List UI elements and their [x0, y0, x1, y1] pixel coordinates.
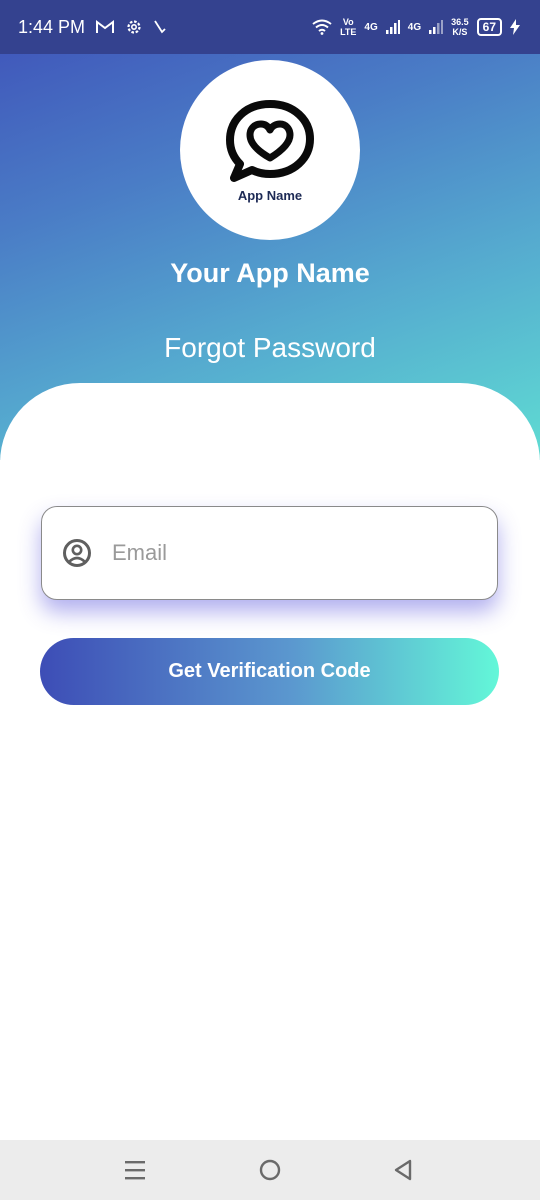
signal-icon-2 — [429, 20, 444, 34]
system-nav-bar — [0, 1140, 540, 1200]
speed-value: 36.5 — [451, 17, 469, 27]
content-sheet — [0, 383, 540, 1143]
menu-button[interactable] — [120, 1155, 150, 1185]
app-logo: App Name — [180, 60, 360, 240]
menu-icon — [125, 1161, 145, 1180]
verify-button-label: Get Verification Code — [168, 660, 371, 682]
signal-icon — [385, 20, 400, 34]
status-time: 1:44 PM — [18, 16, 86, 37]
home-button[interactable] — [255, 1155, 285, 1185]
status-right: Vo LTE 4G 4G 36.5 K/S 67 — [312, 17, 520, 37]
back-button[interactable] — [388, 1155, 418, 1185]
network-type-1: 4G — [364, 21, 378, 33]
volte-bottom: LTE — [340, 27, 357, 37]
email-input[interactable] — [110, 539, 454, 567]
chat-heart-icon — [226, 99, 314, 182]
app-title: Your App Name — [170, 258, 370, 288]
wifi-icon — [312, 19, 332, 35]
home-icon — [259, 1159, 281, 1181]
settings-icon — [127, 20, 141, 34]
gmail-icon — [96, 20, 115, 33]
user-circle-icon — [63, 539, 91, 567]
logo-name: App Name — [237, 187, 303, 203]
status-bar: 1:44 PM Vo LTE 4G 4G 36.5 K/S 67 — [0, 0, 540, 54]
missed-call-icon — [154, 20, 166, 34]
network-speed: 36.5 K/S — [451, 17, 469, 37]
get-verification-code-button[interactable]: Get Verification Code — [40, 638, 499, 705]
network-type-2: 4G — [407, 21, 422, 33]
email-field[interactable] — [41, 506, 498, 600]
speed-unit: K/S — [452, 27, 468, 37]
back-icon — [394, 1159, 412, 1181]
volte-indicator: Vo LTE — [340, 17, 356, 37]
battery-icon: 67 — [476, 18, 502, 36]
page-title: Forgot Password — [164, 332, 376, 363]
battery-level: 67 — [482, 20, 496, 34]
volte-top: Vo — [342, 17, 354, 27]
status-left: 1:44 PM — [18, 17, 167, 38]
charging-icon — [510, 19, 520, 35]
